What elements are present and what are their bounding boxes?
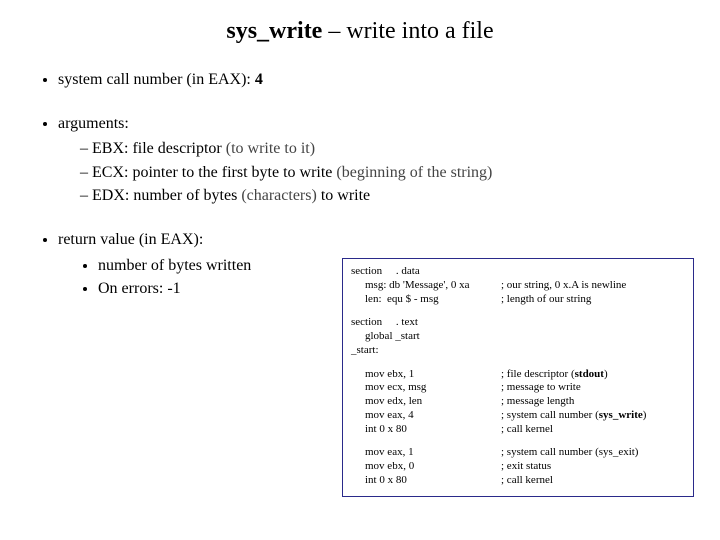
- code-comment: ; length of our string: [501, 293, 685, 307]
- code-comment: ; system call number (sys_exit): [501, 446, 685, 460]
- code-text: mov ebx, 0: [351, 460, 501, 474]
- text: arguments:: [58, 115, 129, 132]
- code-comment: ; our string, 0 x.A is newline: [501, 279, 685, 293]
- code-block-text: section . text global _start _start:: [351, 316, 685, 357]
- code-comment: ; system call number (sys_write): [501, 409, 685, 423]
- code-line: mov eax, 1; system call number (sys_exit…: [351, 446, 685, 460]
- code-line: _start:: [351, 344, 685, 358]
- paren-text: (beginning of the string): [336, 164, 492, 181]
- code-comment: ; call kernel: [501, 423, 685, 437]
- arg-ecx: ECX: pointer to the first byte to write …: [80, 162, 690, 184]
- code-comment: ; exit status: [501, 460, 685, 474]
- text: EDX: number of bytes: [92, 187, 241, 204]
- syscall-number-value: 4: [255, 71, 263, 88]
- code-line: mov ecx, msg; message to write: [351, 381, 685, 395]
- slide: sys_write – write into a file system cal…: [0, 0, 720, 540]
- code-text: len: equ $ - msg: [351, 293, 501, 307]
- code-comment: ; message to write: [501, 381, 685, 395]
- text: On errors: -1: [98, 280, 181, 297]
- code-text: mov edx, len: [351, 395, 501, 409]
- code-comment: [501, 265, 685, 279]
- text: number of bytes written: [98, 257, 251, 274]
- code-box: section . data msg: db 'Message', 0 xa; …: [342, 258, 694, 497]
- code-line: mov eax, 4; system call number (sys_writ…: [351, 409, 685, 423]
- code-line: section . data: [351, 265, 685, 279]
- code-comment: ; call kernel: [501, 474, 685, 488]
- code-block-exit: mov eax, 1; system call number (sys_exit…: [351, 446, 685, 487]
- code-text: int 0 x 80: [351, 474, 501, 488]
- code-text: int 0 x 80: [351, 423, 501, 437]
- code-text: mov eax, 4: [351, 409, 501, 423]
- code-line: mov ebx, 1; file descriptor (stdout): [351, 368, 685, 382]
- paren-text: (to write to it): [226, 140, 315, 157]
- code-line: msg: db 'Message', 0 xa; our string, 0 x…: [351, 279, 685, 293]
- code-block-data: section . data msg: db 'Message', 0 xa; …: [351, 265, 685, 306]
- code-block-write: mov ebx, 1; file descriptor (stdout) mov…: [351, 368, 685, 437]
- code-line: global _start: [351, 330, 685, 344]
- code-text: section . data: [351, 265, 501, 279]
- code-text: global _start: [351, 330, 501, 344]
- text: system call number (in EAX):: [58, 71, 255, 88]
- code-line: int 0 x 80; call kernel: [351, 423, 685, 437]
- code-text: mov ebx, 1: [351, 368, 501, 382]
- code-line: mov ebx, 0; exit status: [351, 460, 685, 474]
- code-text: mov eax, 1: [351, 446, 501, 460]
- arg-edx: EDX: number of bytes (characters) to wri…: [80, 185, 690, 207]
- text: to write: [317, 187, 370, 204]
- text: return value (in EAX):: [58, 231, 203, 248]
- code-text: _start:: [351, 344, 501, 358]
- arg-ebx: EBX: file descriptor (to write to it): [80, 138, 690, 160]
- code-line: int 0 x 80; call kernel: [351, 474, 685, 488]
- title-bold: sys_write: [226, 18, 322, 44]
- code-line: section . text: [351, 316, 685, 330]
- bullet-arguments: arguments: EBX: file descriptor (to writ…: [58, 113, 690, 207]
- code-comment: ; file descriptor (stdout): [501, 368, 685, 382]
- arguments-list: EBX: file descriptor (to write to it) EC…: [58, 138, 690, 207]
- paren-text: (characters): [241, 187, 317, 204]
- code-comment: ; message length: [501, 395, 685, 409]
- slide-title: sys_write – write into a file: [30, 18, 690, 45]
- text: ECX: pointer to the first byte to write: [92, 164, 336, 181]
- code-line: mov edx, len; message length: [351, 395, 685, 409]
- text: EBX: file descriptor: [92, 140, 226, 157]
- code-line: len: equ $ - msg; length of our string: [351, 293, 685, 307]
- bullet-syscall-number: system call number (in EAX): 4: [58, 69, 690, 91]
- code-text: mov ecx, msg: [351, 381, 501, 395]
- title-rest: – write into a file: [322, 18, 493, 44]
- code-text: msg: db 'Message', 0 xa: [351, 279, 501, 293]
- code-text: section . text: [351, 316, 501, 330]
